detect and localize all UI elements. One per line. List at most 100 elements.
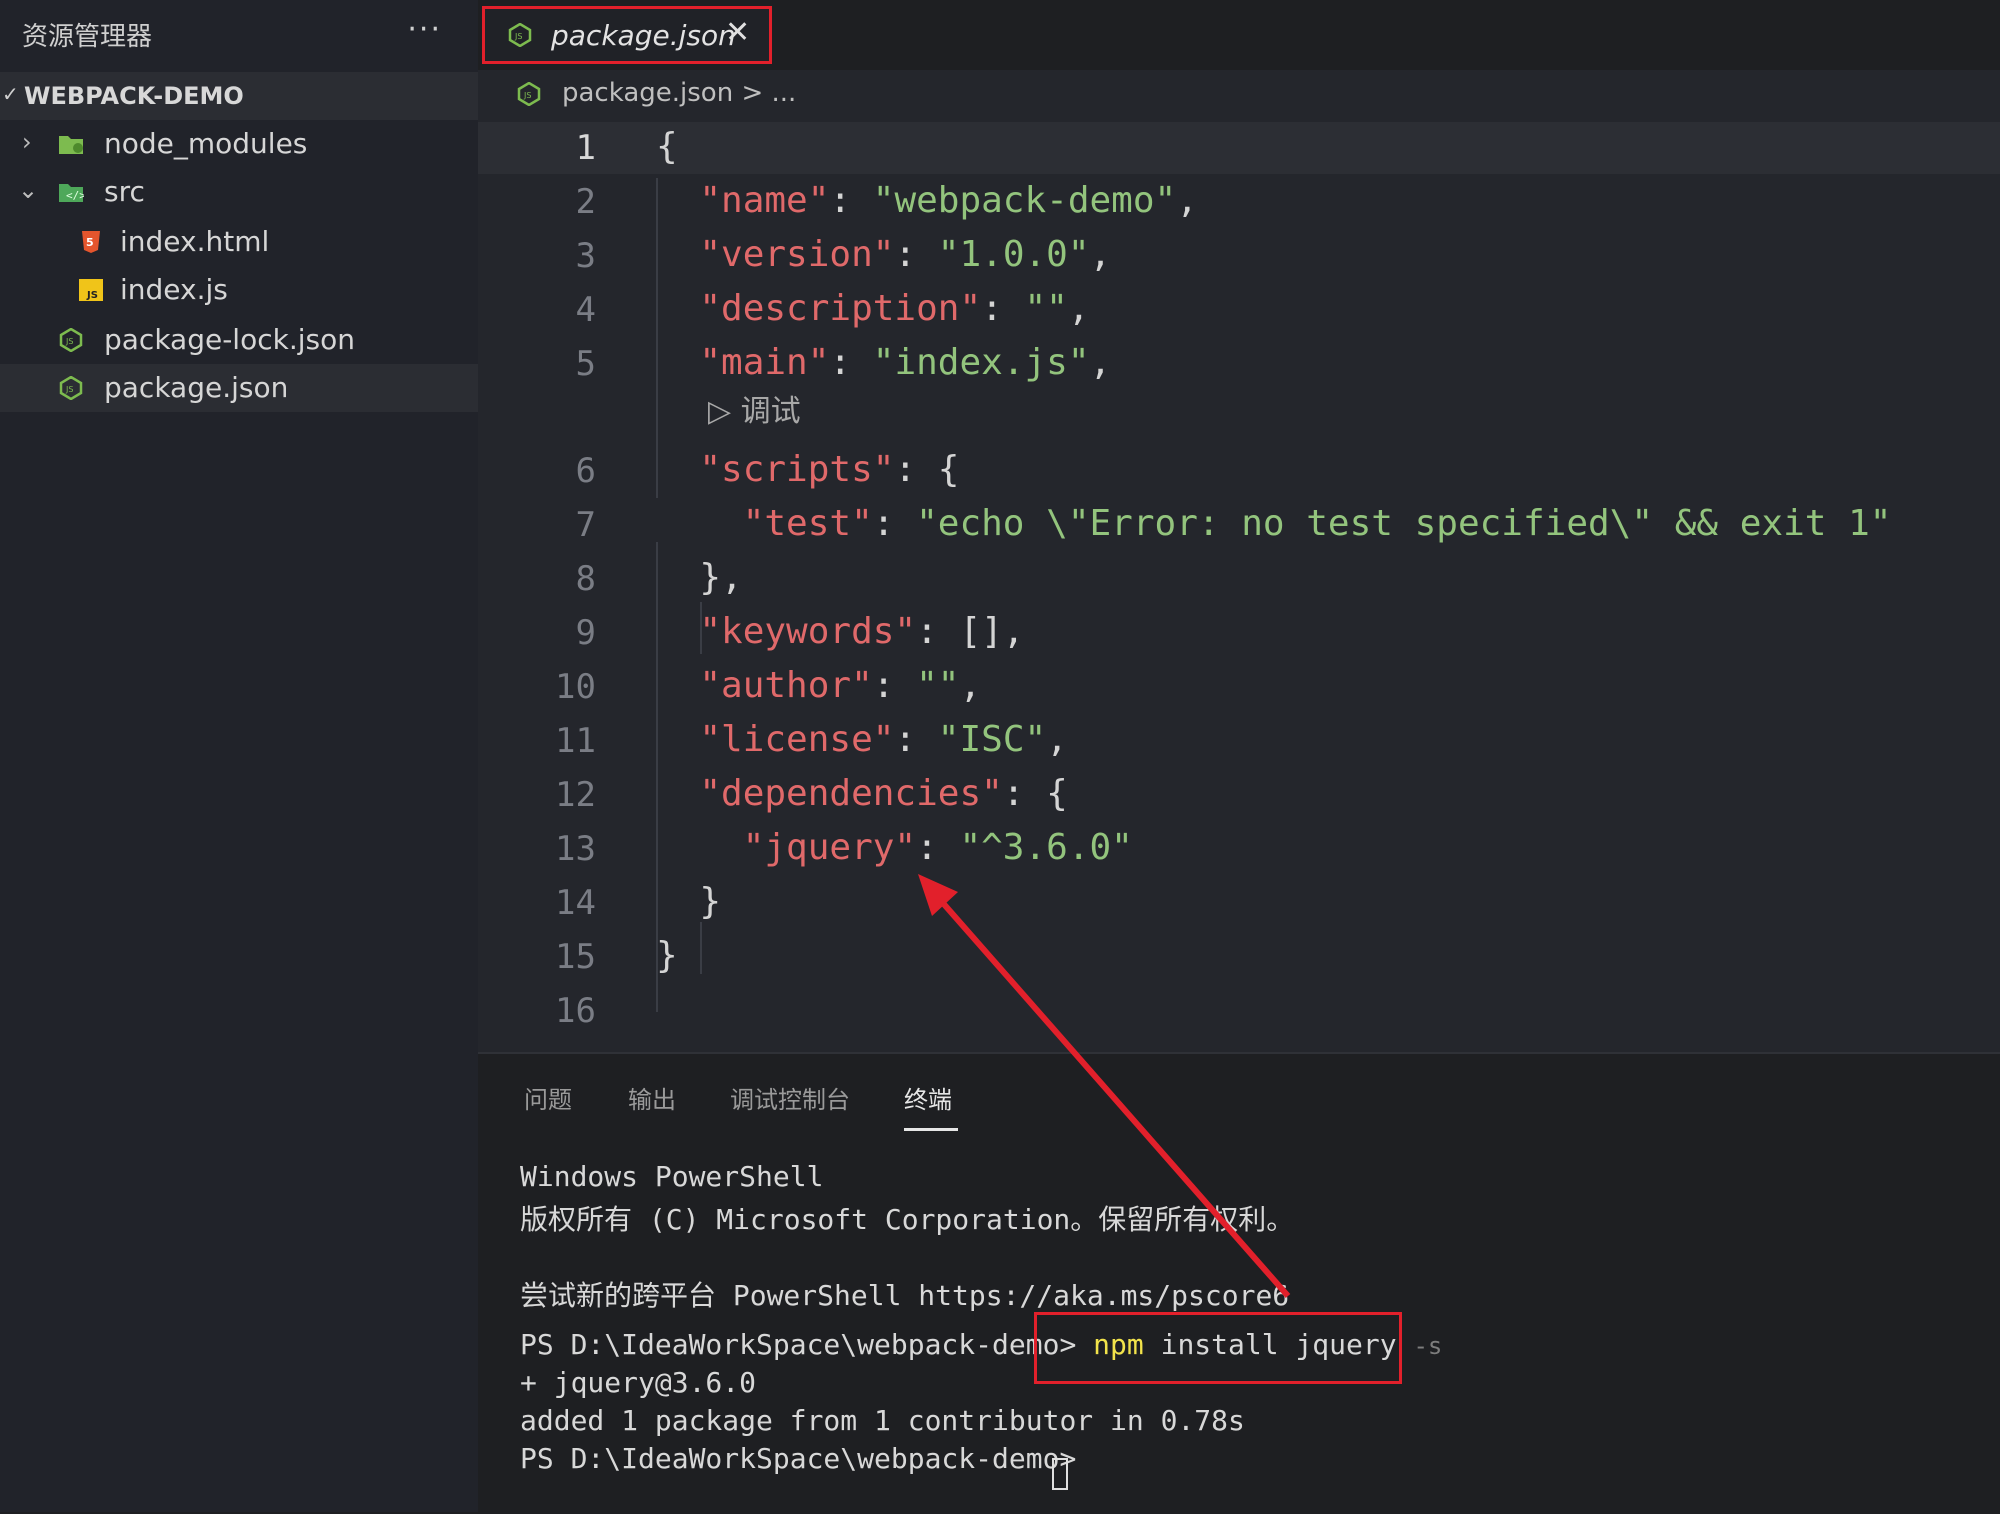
line-number: 8	[575, 559, 596, 599]
code-line[interactable]: "test": "echo \"Error: no test specified…	[656, 503, 1892, 544]
json-key: "license"	[699, 719, 895, 760]
code-line[interactable]: "description": "",	[656, 288, 1090, 329]
code-line[interactable]: }	[656, 935, 678, 976]
json-string: "webpack-demo"	[872, 180, 1177, 221]
json-punctuation	[656, 288, 699, 329]
sidebar-header: 资源管理器 ···	[0, 0, 478, 70]
terminal-cursor	[1052, 1458, 1068, 1490]
json-punctuation	[656, 719, 699, 760]
tree-item-label: package.json	[104, 371, 289, 404]
breadcrumb: JS package.json > ...	[478, 70, 2000, 118]
annotation-highlight-box	[1034, 1312, 1402, 1384]
editor-tab-bar: JS package.json ✕	[478, 0, 2000, 70]
javascript-icon: JS	[79, 279, 103, 301]
explorer-sidebar: 资源管理器 ··· ✓ WEBPACK-DEMO › node_modules …	[0, 0, 478, 1512]
close-icon[interactable]: ✕	[725, 15, 750, 50]
tab-problems[interactable]: 问题	[524, 1080, 572, 1115]
code-line[interactable]: "jquery": "^3.6.0"	[656, 827, 1133, 868]
more-actions-icon[interactable]: ···	[407, 12, 442, 47]
tree-item-package-lock-json[interactable]: JS package-lock.json	[0, 316, 478, 364]
json-punctuation: :	[981, 288, 1025, 329]
code-line[interactable]: "main": "index.js",	[656, 342, 1111, 383]
code-line[interactable]: }	[656, 881, 721, 922]
json-string: "echo \"Error: no test specified\" && ex…	[916, 503, 1892, 544]
tree-item-package-json[interactable]: JS package.json	[0, 364, 478, 412]
nodejs-icon: JS	[508, 23, 532, 47]
json-punctuation: }	[656, 935, 678, 976]
code-line[interactable]: "name": "webpack-demo",	[656, 180, 1198, 221]
code-line[interactable]: "keywords": [],	[656, 611, 1024, 652]
tab-package-json[interactable]: JS package.json ✕	[482, 6, 772, 64]
indent-guide	[700, 602, 702, 654]
nodejs-icon: JS	[59, 328, 83, 352]
tab-output[interactable]: 输出	[628, 1080, 676, 1115]
tree-item-index-js[interactable]: JS index.js	[0, 266, 478, 314]
tree-item-label: index.html	[120, 225, 270, 258]
terminal-line: added 1 package from 1 contributor in 0.…	[520, 1404, 1245, 1437]
json-punctuation	[656, 342, 699, 383]
json-key: "keywords"	[699, 611, 917, 652]
json-key: "author"	[699, 665, 873, 706]
breadcrumb-more[interactable]: > ...	[733, 78, 796, 108]
json-key: "dependencies"	[699, 773, 1003, 814]
folder-icon	[59, 136, 83, 154]
code-line[interactable]: "dependencies": {	[656, 773, 1067, 814]
tab-terminal[interactable]: 终端	[904, 1080, 952, 1115]
active-tab-indicator	[904, 1128, 958, 1131]
json-punctuation: ,	[959, 665, 982, 706]
json-punctuation: ,	[1176, 180, 1198, 221]
line-number: 15	[555, 937, 596, 977]
json-key: "version"	[699, 234, 895, 275]
svg-text:JS: JS	[86, 290, 98, 301]
code-line[interactable]: "scripts": {	[656, 449, 959, 490]
bottom-panel: 问题 输出 调试控制台 终端 Windows PowerShell 版权所有 (…	[478, 1052, 2000, 1514]
json-punctuation: ,	[1046, 719, 1068, 760]
breadcrumb-file[interactable]: package.json	[562, 78, 733, 108]
line-number: 6	[575, 451, 596, 491]
project-folder-row[interactable]: ✓ WEBPACK-DEMO	[0, 72, 478, 120]
json-punctuation: :	[894, 234, 938, 275]
tree-item-label: package-lock.json	[104, 323, 355, 356]
code-editor[interactable]: 1 2 3 4 5 6 7 8 9 10 11 12 13 14 15 16 { "name": "webpa…	[478, 118, 2000, 1052]
chevron-down-icon: ⌄	[18, 176, 39, 204]
line-number: 2	[575, 182, 596, 222]
json-key: "name"	[699, 180, 830, 221]
json-punctuation	[656, 180, 699, 221]
json-punctuation: },	[656, 557, 743, 598]
code-line[interactable]: "author": "",	[656, 665, 981, 706]
line-number: 13	[555, 829, 596, 869]
json-punctuation	[656, 503, 743, 544]
terminal-prompt: PS D:\IdeaWorkSpace\webpack-demo>	[520, 1442, 1094, 1475]
tree-item-index-html[interactable]: 5 index.html	[0, 218, 478, 266]
line-number: 3	[575, 236, 596, 276]
sidebar-title: 资源管理器	[22, 22, 153, 52]
json-key: "description"	[699, 288, 982, 329]
project-name: WEBPACK-DEMO	[24, 82, 244, 110]
tree-item-label: src	[104, 175, 145, 208]
json-punctuation: :	[872, 665, 917, 706]
svg-text:JS: JS	[65, 385, 73, 394]
terminal-line: 版权所有 (C) Microsoft Corporation。保留所有权利。	[520, 1203, 1295, 1236]
indent-guide	[656, 542, 658, 1012]
tree-item-label: node_modules	[104, 127, 308, 160]
line-number: 4	[575, 290, 596, 330]
tree-item-node-modules[interactable]: › node_modules	[0, 120, 478, 168]
tree-item-label: index.js	[120, 273, 228, 306]
code-line[interactable]: "license": "ISC",	[656, 719, 1068, 760]
indent-guide	[656, 178, 658, 498]
json-punctuation: ,	[1067, 288, 1090, 329]
line-number: 14	[555, 883, 596, 923]
nodejs-icon: JS	[59, 376, 83, 400]
terminal-prompt: PS D:\IdeaWorkSpace\webpack-demo>	[520, 1328, 1094, 1361]
tree-item-src[interactable]: ⌄ </> src	[0, 168, 478, 216]
json-string: ""	[1024, 288, 1068, 329]
tab-debug-console[interactable]: 调试控制台	[730, 1080, 850, 1115]
svg-text:JS: JS	[523, 91, 531, 100]
json-key: "scripts"	[699, 449, 895, 490]
code-line[interactable]: },	[656, 557, 743, 598]
debug-codelens[interactable]: ▷ 调试	[708, 386, 801, 430]
source-folder-icon: </>	[59, 184, 84, 202]
code-line[interactable]: {	[656, 126, 678, 167]
json-punctuation	[656, 665, 699, 706]
code-line[interactable]: "version": "1.0.0",	[656, 234, 1111, 275]
